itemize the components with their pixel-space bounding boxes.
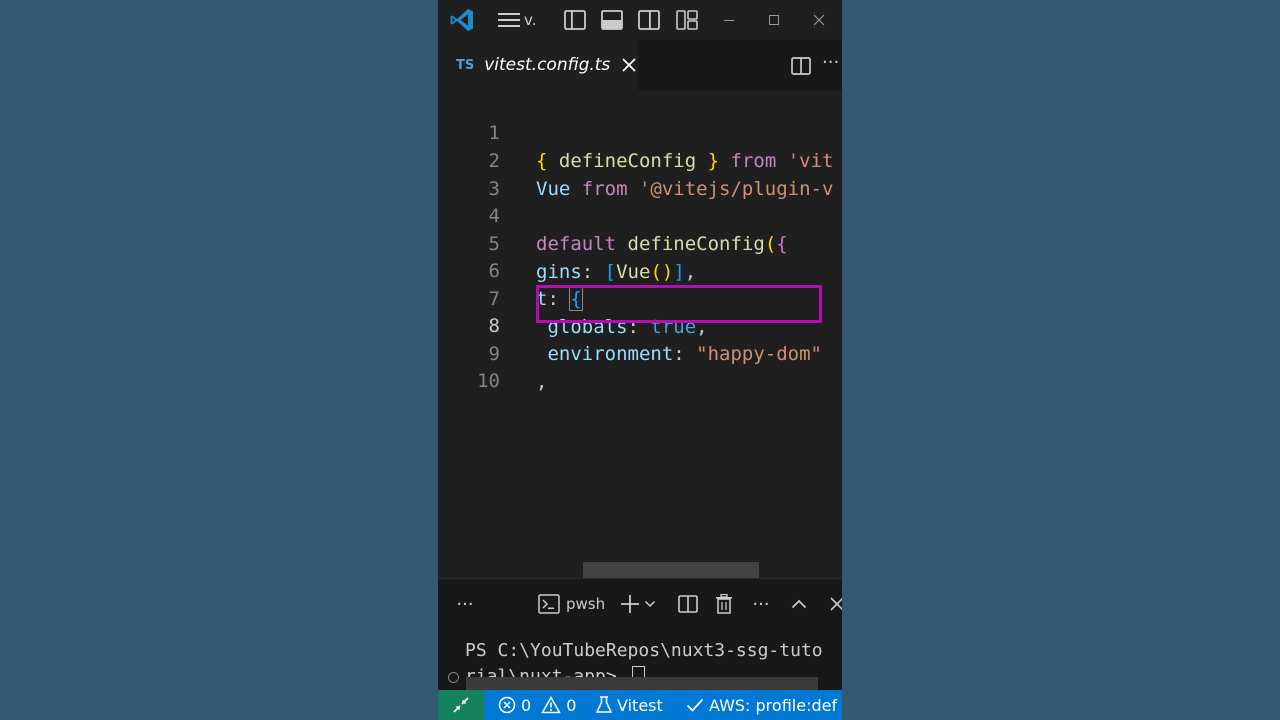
- line-number: 10: [477, 370, 500, 392]
- toggle-panel-button[interactable]: [597, 0, 627, 40]
- code-line: 10: [438, 339, 842, 392]
- editor-more-actions-icon[interactable]: ···: [822, 52, 839, 73]
- background-right: [842, 0, 1280, 720]
- aws-profile-status-item[interactable]: AWS: profile:def: [686, 690, 837, 720]
- trash-icon: [716, 594, 732, 614]
- code-editor[interactable]: 1 { defineConfig } from 'vit 2 Vue from …: [438, 90, 842, 578]
- terminal-more-icon[interactable]: ···: [750, 589, 772, 619]
- aws-profile-label: AWS: profile:def: [709, 695, 838, 715]
- warning-count: 0: [566, 695, 577, 715]
- terminal-icon: [538, 594, 560, 614]
- editor-horizontal-scrollbar[interactable]: [583, 562, 759, 578]
- remote-icon: [453, 697, 469, 713]
- sidebar-left-icon: [564, 10, 586, 30]
- remote-indicator-button[interactable]: [438, 690, 484, 720]
- panel-bottom-icon: [601, 10, 623, 30]
- terminal-decoration-icon: [448, 672, 459, 683]
- close-window-button[interactable]: [804, 0, 834, 40]
- terminal-output-line: PS C:\YouTubeRepos\nuxt3-ssg-tuto: [465, 640, 823, 661]
- vitest-label: Vitest: [617, 695, 663, 715]
- chevron-down-icon: [644, 600, 656, 608]
- tab-close-button[interactable]: [622, 58, 636, 72]
- split-terminal-icon: [678, 595, 698, 613]
- tab-vitest-config[interactable]: TS vitest.config.ts: [438, 40, 638, 90]
- split-editor-button[interactable]: [788, 53, 814, 79]
- terminal-shell-selector[interactable]: pwsh: [538, 589, 608, 619]
- tab-filename: vitest.config.ts: [484, 55, 611, 75]
- vscode-window: v. TS vitest.config.ts ··· 1 {defineCon…: [438, 0, 842, 720]
- line-code: ,: [536, 371, 548, 393]
- maximize-icon: [769, 15, 779, 25]
- plus-icon: [621, 595, 639, 613]
- sidebar-right-icon: [638, 10, 660, 30]
- toggle-secondary-sidebar-button[interactable]: [634, 0, 664, 40]
- terminal-panel: ··· pwsh ··· PS C:\YouTubeRepos\nuxt3-ss…: [438, 578, 842, 691]
- code-line: 7 globals: true,: [438, 257, 842, 338]
- split-editor-icon: [791, 57, 811, 75]
- chevron-up-icon: [791, 599, 807, 609]
- new-terminal-button[interactable]: [618, 589, 658, 619]
- code-line: 1 { defineConfig } from 'vit: [438, 91, 842, 172]
- split-terminal-button[interactable]: [676, 589, 700, 619]
- menu-button[interactable]: v.: [498, 0, 548, 40]
- close-panel-button[interactable]: [826, 589, 842, 619]
- code-line: 4 default defineConfig({: [438, 174, 842, 255]
- shell-name: pwsh: [566, 595, 606, 613]
- code-line: 3: [438, 147, 842, 200]
- problems-status-item[interactable]: 0 0: [498, 690, 576, 720]
- highlight-annotation-box: [536, 285, 822, 323]
- code-line: 5 gins: [Vue()],: [438, 202, 842, 283]
- code-line: 6 t: {: [438, 229, 842, 311]
- typescript-file-icon: TS: [456, 57, 475, 73]
- menu-label: v.: [524, 11, 537, 29]
- hamburger-menu-icon: [498, 13, 520, 27]
- close-icon: [622, 58, 636, 72]
- panel-more-icon[interactable]: ···: [452, 589, 478, 619]
- vitest-status-item[interactable]: Vitest: [596, 690, 663, 720]
- customize-layout-button[interactable]: [672, 0, 702, 40]
- terminal-horizontal-scrollbar[interactable]: [466, 677, 818, 691]
- title-bar: v.: [438, 0, 842, 40]
- warning-icon: [541, 696, 561, 714]
- toggle-primary-sidebar-button[interactable]: [560, 0, 590, 40]
- error-icon: [498, 696, 516, 714]
- close-icon: [813, 14, 825, 26]
- beaker-icon: [596, 696, 612, 713]
- background-left: [0, 0, 438, 720]
- error-count: 0: [521, 695, 532, 715]
- minimize-icon: [724, 20, 734, 21]
- close-icon: [830, 597, 842, 611]
- status-bar: 0 0 Vitest AWS: profile:def: [438, 690, 842, 720]
- check-icon: [686, 698, 704, 712]
- vscode-logo-icon: [446, 0, 478, 40]
- layout-grid-icon: [676, 10, 698, 30]
- minimize-button[interactable]: [714, 0, 744, 40]
- code-line: 2 Vue from '@vitejs/plugin-v: [438, 119, 842, 200]
- maximize-panel-button[interactable]: [788, 589, 810, 619]
- tab-bar: TS vitest.config.ts: [438, 40, 842, 90]
- kill-terminal-button[interactable]: [712, 589, 736, 619]
- maximize-button[interactable]: [759, 0, 789, 40]
